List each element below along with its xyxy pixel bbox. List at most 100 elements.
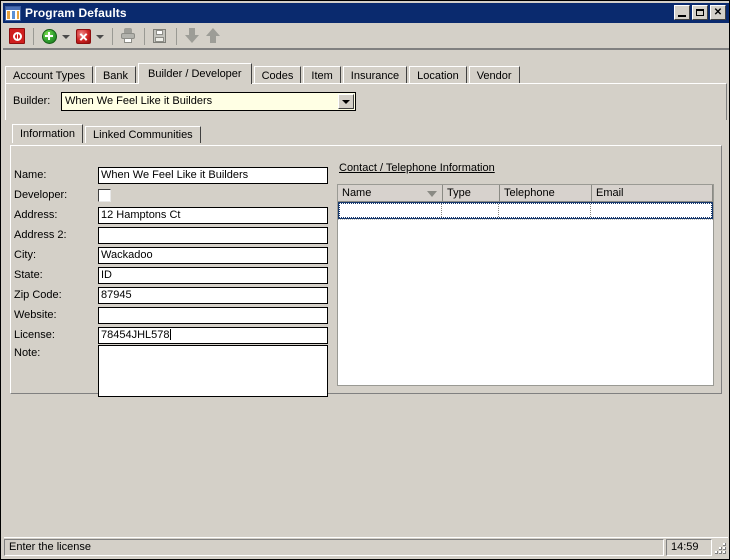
toolbar xyxy=(3,24,729,49)
save-button[interactable] xyxy=(150,26,170,46)
move-down-button[interactable] xyxy=(182,26,202,46)
tab-account-types[interactable]: Account Types xyxy=(5,66,93,84)
tab-label: Location xyxy=(417,70,459,82)
field-row-website: Website: xyxy=(14,305,334,325)
cell-name[interactable] xyxy=(340,204,443,217)
tab-vendor[interactable]: Vendor xyxy=(468,66,520,84)
tab-label: Insurance xyxy=(350,70,400,82)
tab-insurance[interactable]: Insurance xyxy=(342,66,408,84)
address2-input[interactable] xyxy=(98,226,328,244)
move-up-button[interactable] xyxy=(203,26,223,46)
column-header-label: Name xyxy=(342,187,372,199)
contact-grid[interactable]: Name Type Telephone Email xyxy=(337,184,714,386)
tab-linked-communities[interactable]: Linked Communities xyxy=(85,126,201,143)
note-textarea[interactable] xyxy=(98,345,328,397)
note-label: Note: xyxy=(14,347,41,359)
status-message: Enter the license xyxy=(4,538,664,556)
add-button[interactable] xyxy=(39,26,59,46)
toolbar-separator xyxy=(33,27,34,45)
cell-email[interactable] xyxy=(591,204,711,217)
grid-empty-area xyxy=(338,219,713,222)
tab-location[interactable]: Location xyxy=(409,66,467,84)
tab-information[interactable]: Information xyxy=(12,124,84,143)
zip-code-input[interactable]: 87945 xyxy=(98,286,328,304)
city-label: City: xyxy=(14,249,36,261)
column-header-label: Telephone xyxy=(504,187,555,199)
titlebar: Program Defaults ✕ xyxy=(3,3,729,23)
window-controls: ✕ xyxy=(674,5,726,20)
builder-selector-row: Builder: When We Feel Like it Builders xyxy=(5,86,723,116)
tab-codes[interactable]: Codes xyxy=(253,66,302,84)
delete-button[interactable] xyxy=(73,26,93,46)
name-label: Name: xyxy=(14,169,47,181)
name-input[interactable]: When We Feel Like it Builders xyxy=(98,166,328,184)
maximize-button[interactable] xyxy=(692,5,708,20)
contact-telephone-heading: Contact / Telephone Information xyxy=(339,162,495,174)
tab-label: Bank xyxy=(102,70,129,82)
table-row-focus xyxy=(339,203,712,218)
toolbar-separator xyxy=(144,27,145,45)
tab-builder-developer[interactable]: Builder / Developer xyxy=(138,63,252,84)
cancel-void-button[interactable] xyxy=(7,26,27,46)
license-input[interactable]: 78454JHL578 xyxy=(98,326,328,344)
print-button[interactable] xyxy=(118,26,138,46)
state-input[interactable]: ID xyxy=(98,266,328,284)
tab-label: Builder / Developer xyxy=(148,68,242,80)
field-row-state: State: ID xyxy=(14,265,334,285)
red-stop-icon xyxy=(9,28,25,44)
program-defaults-window: Program Defaults ✕ Account Types Bank Bu… xyxy=(0,0,730,560)
column-header-name[interactable]: Name xyxy=(338,185,443,202)
address-label: Address: xyxy=(14,209,58,221)
column-header-email[interactable]: Email xyxy=(592,185,713,202)
statusbar: Enter the license 14:59 xyxy=(4,537,728,556)
address2-label: Address 2: xyxy=(14,229,67,241)
inner-tabstrip: Information Linked Communities xyxy=(12,124,203,143)
chevron-down-icon[interactable] xyxy=(338,93,354,109)
field-row-city: City: Wackadoo xyxy=(14,245,334,265)
developer-label: Developer: xyxy=(14,189,68,201)
builder-combobox-value: When We Feel Like it Builders xyxy=(65,95,213,107)
minimize-button[interactable] xyxy=(674,5,690,20)
red-x-icon xyxy=(75,28,91,44)
column-header-type[interactable]: Type xyxy=(443,185,500,202)
builder-label: Builder: xyxy=(13,95,51,107)
delete-dropdown-arrow[interactable] xyxy=(94,26,105,46)
address-input[interactable]: 12 Hamptons Ct xyxy=(98,206,328,224)
field-row-note: Note: xyxy=(14,345,334,399)
tab-bank[interactable]: Bank xyxy=(94,66,137,84)
field-row-address: Address: 12 Hamptons Ct xyxy=(14,205,334,225)
add-dropdown-arrow[interactable] xyxy=(60,26,71,46)
inner-tab-label: Information xyxy=(20,128,76,140)
column-header-label: Type xyxy=(447,187,471,199)
column-header-telephone[interactable]: Telephone xyxy=(500,185,592,202)
toolbar-separator xyxy=(112,27,113,45)
status-time: 14:59 xyxy=(666,538,712,556)
save-disk-icon xyxy=(152,28,168,44)
tab-label: Codes xyxy=(261,70,294,82)
arrow-down-icon xyxy=(185,28,199,44)
zip-code-label: Zip Code: xyxy=(14,289,62,301)
field-row-address2: Address 2: xyxy=(14,225,334,245)
text-caret xyxy=(169,328,171,340)
minimize-icon xyxy=(678,15,686,17)
tab-label: Vendor xyxy=(476,70,512,82)
state-label: State: xyxy=(14,269,43,281)
tab-label: Item xyxy=(311,70,333,82)
cell-type[interactable] xyxy=(442,204,500,217)
city-input[interactable]: Wackadoo xyxy=(98,246,328,264)
builder-combobox[interactable]: When We Feel Like it Builders xyxy=(61,91,356,111)
field-row-name: Name: When We Feel Like it Builders xyxy=(14,165,334,185)
website-input[interactable] xyxy=(98,306,328,324)
resize-grip-icon[interactable] xyxy=(714,540,728,555)
close-button[interactable]: ✕ xyxy=(710,5,726,20)
cell-telephone[interactable] xyxy=(499,204,591,217)
close-icon: ✕ xyxy=(713,7,723,18)
builder-form: Name: When We Feel Like it Builders Deve… xyxy=(14,151,334,397)
program-window-icon xyxy=(5,5,21,21)
table-row[interactable] xyxy=(338,202,713,219)
field-row-zip: Zip Code: 87945 xyxy=(14,285,334,305)
tab-item[interactable]: Item xyxy=(303,66,341,84)
developer-checkbox[interactable] xyxy=(98,188,111,202)
field-row-developer: Developer: xyxy=(14,185,334,205)
column-header-label: Email xyxy=(596,187,624,199)
